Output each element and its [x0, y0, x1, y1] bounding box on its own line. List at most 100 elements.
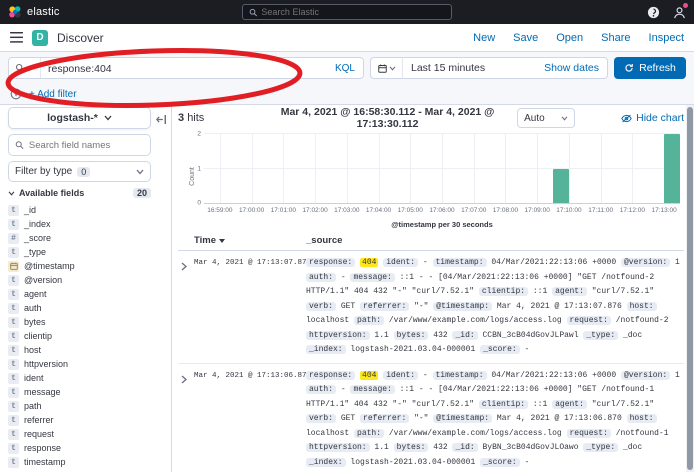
collapse-sidebar-icon[interactable] [156, 111, 167, 129]
index-pattern-select[interactable]: logstash-* [8, 107, 151, 129]
query-language-button[interactable]: KQL [327, 63, 363, 74]
x-tick-label: 17:13:00 [651, 207, 676, 214]
field-search[interactable] [8, 134, 151, 156]
menu-icon[interactable] [10, 32, 23, 43]
field-badge: ident: [383, 258, 418, 267]
field-value: 1.1 [374, 443, 388, 452]
field-value: logstash-2021.03.04-000001 [350, 458, 475, 467]
time-range-value[interactable]: Last 15 minutes [403, 62, 493, 74]
field-item-_score[interactable]: #_score [8, 231, 151, 245]
field-value: "-" [414, 302, 428, 311]
field-item-auth[interactable]: tauth [8, 301, 151, 315]
field-item-@timestamp[interactable]: @timestamp [8, 259, 151, 273]
nav-actions: New Save Open Share Inspect [473, 32, 684, 44]
calendar-icon [378, 64, 387, 73]
histogram-bar[interactable] [553, 169, 569, 204]
field-badge: httpversion: [306, 443, 370, 452]
field-item-clientip[interactable]: tclientip [8, 329, 151, 343]
interval-select[interactable]: Auto [517, 108, 575, 128]
fields-sidebar: logstash-* Filter by type 0 [0, 105, 172, 472]
doc-source: response: 404 ident: - timestamp: 04/Mar… [306, 369, 684, 471]
interval-value: Auto [524, 113, 545, 124]
nav-action-inspect[interactable]: Inspect [649, 32, 684, 44]
sort-desc-icon [219, 239, 225, 243]
field-search-input[interactable] [29, 140, 144, 151]
field-item-request[interactable]: trequest [8, 427, 151, 441]
field-item-bytes[interactable]: tbytes [8, 315, 151, 329]
chevron-down-icon [104, 115, 112, 121]
user-avatar[interactable] [672, 5, 686, 19]
nav-action-new[interactable]: New [473, 32, 495, 44]
field-item-message[interactable]: tmessage [8, 385, 151, 399]
highlighted-term: 404 [360, 258, 378, 267]
field-value: CCBN_3cB04dGovJLPawl [483, 331, 579, 340]
field-item-ident[interactable]: tident [8, 371, 151, 385]
field-item-host[interactable]: thost [8, 343, 151, 357]
filter-options-icon[interactable] [10, 88, 22, 100]
show-dates-button[interactable]: Show dates [544, 62, 607, 74]
x-tick-label: 17:11:00 [588, 207, 613, 214]
field-item-referrer[interactable]: treferrer [8, 413, 151, 427]
field-item-_type[interactable]: t_type [8, 245, 151, 259]
field-badge: auth: [306, 385, 336, 394]
field-value: /notfound-1 [616, 429, 669, 438]
query-text-input[interactable] [48, 63, 320, 75]
add-filter-button[interactable]: + Add filter [29, 89, 77, 100]
hits-count: 3 hits [178, 112, 258, 124]
discover-app-badge[interactable]: D [32, 30, 48, 46]
help-icon[interactable] [646, 5, 660, 19]
x-tick-label: 17:01:00 [271, 207, 296, 214]
histogram-bar[interactable] [664, 134, 680, 203]
field-item-httpversion[interactable]: thttpversion [8, 357, 151, 371]
field-badge: timestamp: [433, 371, 487, 380]
field-item-_id[interactable]: t_id [8, 203, 151, 217]
query-input[interactable]: KQL [8, 57, 364, 79]
column-header-time[interactable]: Time [194, 235, 306, 246]
global-search-input[interactable] [261, 7, 445, 17]
field-badge: _score: [480, 345, 520, 354]
field-badge: _type: [583, 331, 618, 340]
field-item-@version[interactable]: t@version [8, 273, 151, 287]
field-name: @version [24, 275, 62, 285]
field-value: GET [341, 414, 355, 423]
field-item-path[interactable]: tpath [8, 399, 151, 413]
field-badge: host: [627, 302, 657, 311]
field-value: _doc [623, 331, 642, 340]
hide-chart-button[interactable]: Hide chart [621, 112, 684, 124]
field-badge: @version: [621, 371, 670, 380]
gridline [474, 134, 475, 203]
nav-action-open[interactable]: Open [556, 32, 583, 44]
expand-row-icon[interactable] [180, 369, 194, 471]
nav-action-save[interactable]: Save [513, 32, 538, 44]
nav-action-share[interactable]: Share [601, 32, 630, 44]
app-navbar: D Discover NewSaveOpenShareInspect [0, 24, 694, 52]
field-value: ::1 [533, 287, 547, 296]
field-value: - [341, 385, 346, 394]
elastic-logo[interactable]: elastic [8, 5, 60, 19]
vertical-scrollbar[interactable] [686, 105, 694, 472]
field-item-timestamp[interactable]: ttimestamp [8, 455, 151, 469]
filter-by-type-select[interactable]: Filter by type 0 [8, 161, 151, 182]
gridline [632, 134, 633, 203]
y-tick-label: 2 [191, 131, 201, 138]
refresh-button[interactable]: Refresh [614, 57, 686, 79]
expand-row-icon[interactable] [180, 256, 194, 358]
field-item-agent[interactable]: tagent [8, 287, 151, 301]
eye-closed-icon [621, 114, 632, 123]
date-picker-menu[interactable] [371, 58, 403, 78]
available-fields-header[interactable]: Available fields 20 [8, 188, 151, 198]
kibana-discover-screen: elastic [0, 0, 694, 472]
field-type-icon: t [8, 373, 19, 384]
field-badge: @version: [621, 258, 670, 267]
field-item-response[interactable]: tresponse [8, 441, 151, 455]
field-badge: clientip: [479, 287, 528, 296]
field-item-_index[interactable]: t_index [8, 217, 151, 231]
field-name: referrer [24, 415, 54, 425]
elastic-logo-icon [8, 5, 22, 19]
field-badge: httpversion: [306, 331, 370, 340]
saved-query-menu[interactable] [9, 58, 41, 78]
scrollbar-thumb[interactable] [687, 107, 693, 470]
highlighted-term: 404 [360, 371, 378, 380]
doc-source: response: 404 ident: - timestamp: 04/Mar… [306, 256, 684, 358]
global-search[interactable] [242, 4, 452, 20]
